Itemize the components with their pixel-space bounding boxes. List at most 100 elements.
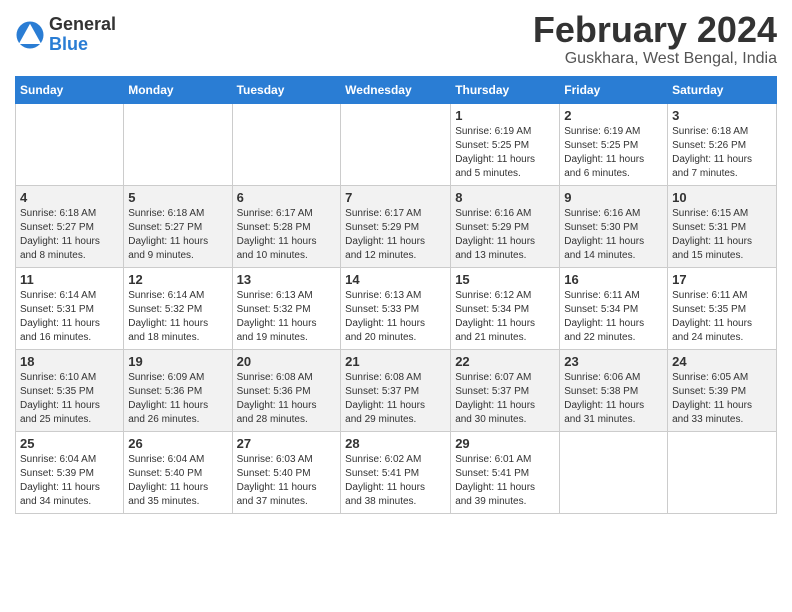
cell-day-number: 28 <box>345 436 446 451</box>
calendar-cell: 27 Sunrise: 6:03 AM Sunset: 5:40 PM Dayli… <box>232 431 341 513</box>
cell-info: Sunrise: 6:18 AM Sunset: 5:26 PM Dayligh… <box>672 125 772 181</box>
cell-info: Sunrise: 6:14 AM Sunset: 5:32 PM Dayligh… <box>128 289 227 345</box>
cell-info: Sunrise: 6:18 AM Sunset: 5:27 PM Dayligh… <box>128 207 227 263</box>
cell-day-number: 9 <box>564 190 663 205</box>
cell-info: Sunrise: 6:06 AM Sunset: 5:38 PM Dayligh… <box>564 371 663 427</box>
calendar-cell: 7 Sunrise: 6:17 AM Sunset: 5:29 PM Daylig… <box>341 185 451 267</box>
calendar-cell: 20 Sunrise: 6:08 AM Sunset: 5:36 PM Dayli… <box>232 349 341 431</box>
main-title: February 2024 <box>533 10 777 50</box>
calendar-cell: 19 Sunrise: 6:09 AM Sunset: 5:36 PM Dayli… <box>124 349 232 431</box>
sub-title: Guskhara, West Bengal, India <box>533 50 777 68</box>
calendar-week-4: 18 Sunrise: 6:10 AM Sunset: 5:35 PM Dayli… <box>16 349 777 431</box>
calendar-cell: 22Sunrise: 6:07 AM Sunset: 5:37 PM Dayli… <box>451 349 560 431</box>
cell-day-number: 16 <box>564 272 663 287</box>
cell-info: Sunrise: 6:17 AM Sunset: 5:28 PM Dayligh… <box>237 207 337 263</box>
calendar-cell <box>124 103 232 185</box>
cell-info: Sunrise: 6:18 AM Sunset: 5:27 PM Dayligh… <box>20 207 119 263</box>
cell-day-number: 18 <box>20 354 119 369</box>
cell-info: Sunrise: 6:13 AM Sunset: 5:32 PM Dayligh… <box>237 289 337 345</box>
cell-day-number: 5 <box>128 190 227 205</box>
calendar-cell: 25 Sunrise: 6:04 AM Sunset: 5:39 PM Dayli… <box>16 431 124 513</box>
calendar-cell: 21 Sunrise: 6:08 AM Sunset: 5:37 PM Dayli… <box>341 349 451 431</box>
cell-info: Sunrise: 6:10 AM Sunset: 5:35 PM Dayligh… <box>20 371 119 427</box>
calendar-cell: 28 Sunrise: 6:02 AM Sunset: 5:41 PM Dayli… <box>341 431 451 513</box>
cell-info: Sunrise: 6:08 AM Sunset: 5:37 PM Dayligh… <box>345 371 446 427</box>
calendar-cell: 9 Sunrise: 6:16 AM Sunset: 5:30 PM Daylig… <box>560 185 668 267</box>
cell-info: Sunrise: 6:14 AM Sunset: 5:31 PM Dayligh… <box>20 289 119 345</box>
cell-info: Sunrise: 6:17 AM Sunset: 5:29 PM Dayligh… <box>345 207 446 263</box>
cell-info: Sunrise: 6:19 AM Sunset: 5:25 PM Dayligh… <box>455 125 555 181</box>
cell-day-number: 8 <box>455 190 555 205</box>
cell-info: Sunrise: 6:16 AM Sunset: 5:29 PM Dayligh… <box>455 207 555 263</box>
cell-info: Sunrise: 6:04 AM Sunset: 5:39 PM Dayligh… <box>20 453 119 509</box>
header-cell-monday: Monday <box>124 76 232 103</box>
logo-text: General Blue <box>49 15 116 55</box>
logo-blue: Blue <box>49 35 116 55</box>
title-block: February 2024 Guskhara, West Bengal, Ind… <box>533 10 777 68</box>
cell-info: Sunrise: 6:12 AM Sunset: 5:34 PM Dayligh… <box>455 289 555 345</box>
calendar-cell: 29 Sunrise: 6:01 AM Sunset: 5:41 PM Dayli… <box>451 431 560 513</box>
calendar-cell: 4 Sunrise: 6:18 AM Sunset: 5:27 PM Daylig… <box>16 185 124 267</box>
cell-info: Sunrise: 6:03 AM Sunset: 5:40 PM Dayligh… <box>237 453 337 509</box>
cell-info: Sunrise: 6:11 AM Sunset: 5:35 PM Dayligh… <box>672 289 772 345</box>
cell-info: Sunrise: 6:11 AM Sunset: 5:34 PM Dayligh… <box>564 289 663 345</box>
calendar-cell: 5 Sunrise: 6:18 AM Sunset: 5:27 PM Daylig… <box>124 185 232 267</box>
cell-day-number: 14 <box>345 272 446 287</box>
cell-day-number: 3 <box>672 108 772 123</box>
calendar-cell <box>560 431 668 513</box>
cell-day-number: 13 <box>237 272 337 287</box>
cell-day-number: 1 <box>455 108 555 123</box>
calendar-cell: 6 Sunrise: 6:17 AM Sunset: 5:28 PM Daylig… <box>232 185 341 267</box>
logo-general: General <box>49 15 116 35</box>
calendar-cell: 14Sunrise: 6:13 AM Sunset: 5:33 PM Dayli… <box>341 267 451 349</box>
cell-info: Sunrise: 6:19 AM Sunset: 5:25 PM Dayligh… <box>564 125 663 181</box>
cell-day-number: 4 <box>20 190 119 205</box>
cell-info: Sunrise: 6:01 AM Sunset: 5:41 PM Dayligh… <box>455 453 555 509</box>
cell-day-number: 22 <box>455 354 555 369</box>
calendar-week-3: 11Sunrise: 6:14 AM Sunset: 5:31 PM Dayli… <box>16 267 777 349</box>
calendar-cell <box>16 103 124 185</box>
cell-day-number: 21 <box>345 354 446 369</box>
logo-icon <box>15 20 45 50</box>
cell-day-number: 10 <box>672 190 772 205</box>
calendar-cell: 10 Sunrise: 6:15 AM Sunset: 5:31 PM Dayli… <box>668 185 777 267</box>
header-cell-thursday: Thursday <box>451 76 560 103</box>
cell-day-number: 27 <box>237 436 337 451</box>
calendar-cell: 23 Sunrise: 6:06 AM Sunset: 5:38 PM Dayli… <box>560 349 668 431</box>
calendar-cell: 12Sunrise: 6:14 AM Sunset: 5:32 PM Dayli… <box>124 267 232 349</box>
calendar-cell: 15 Sunrise: 6:12 AM Sunset: 5:34 PM Dayli… <box>451 267 560 349</box>
calendar-cell <box>341 103 451 185</box>
calendar-cell: 3 Sunrise: 6:18 AM Sunset: 5:26 PM Daylig… <box>668 103 777 185</box>
cell-info: Sunrise: 6:08 AM Sunset: 5:36 PM Dayligh… <box>237 371 337 427</box>
cell-day-number: 25 <box>20 436 119 451</box>
cell-day-number: 6 <box>237 190 337 205</box>
header-cell-saturday: Saturday <box>668 76 777 103</box>
calendar-cell: 24Sunrise: 6:05 AM Sunset: 5:39 PM Dayli… <box>668 349 777 431</box>
calendar-cell: 26Sunrise: 6:04 AM Sunset: 5:40 PM Dayli… <box>124 431 232 513</box>
calendar-cell: 18 Sunrise: 6:10 AM Sunset: 5:35 PM Dayli… <box>16 349 124 431</box>
calendar-cell <box>668 431 777 513</box>
calendar-cell: 16 Sunrise: 6:11 AM Sunset: 5:34 PM Dayli… <box>560 267 668 349</box>
cell-info: Sunrise: 6:15 AM Sunset: 5:31 PM Dayligh… <box>672 207 772 263</box>
cell-day-number: 2 <box>564 108 663 123</box>
cell-day-number: 23 <box>564 354 663 369</box>
cell-day-number: 24 <box>672 354 772 369</box>
cell-day-number: 7 <box>345 190 446 205</box>
cell-day-number: 29 <box>455 436 555 451</box>
calendar-cell <box>232 103 341 185</box>
calendar-week-5: 25 Sunrise: 6:04 AM Sunset: 5:39 PM Dayli… <box>16 431 777 513</box>
cell-day-number: 15 <box>455 272 555 287</box>
calendar-header: SundayMondayTuesdayWednesdayThursdayFrid… <box>16 76 777 103</box>
calendar-cell: 11Sunrise: 6:14 AM Sunset: 5:31 PM Dayli… <box>16 267 124 349</box>
cell-info: Sunrise: 6:16 AM Sunset: 5:30 PM Dayligh… <box>564 207 663 263</box>
cell-info: Sunrise: 6:09 AM Sunset: 5:36 PM Dayligh… <box>128 371 227 427</box>
header-cell-sunday: Sunday <box>16 76 124 103</box>
cell-day-number: 19 <box>128 354 227 369</box>
cell-day-number: 20 <box>237 354 337 369</box>
header-row: SundayMondayTuesdayWednesdayThursdayFrid… <box>16 76 777 103</box>
header-cell-friday: Friday <box>560 76 668 103</box>
calendar-body: 1 Sunrise: 6:19 AM Sunset: 5:25 PM Daylig… <box>16 103 777 513</box>
calendar-cell: 1 Sunrise: 6:19 AM Sunset: 5:25 PM Daylig… <box>451 103 560 185</box>
logo: General Blue <box>15 15 116 55</box>
cell-info: Sunrise: 6:02 AM Sunset: 5:41 PM Dayligh… <box>345 453 446 509</box>
